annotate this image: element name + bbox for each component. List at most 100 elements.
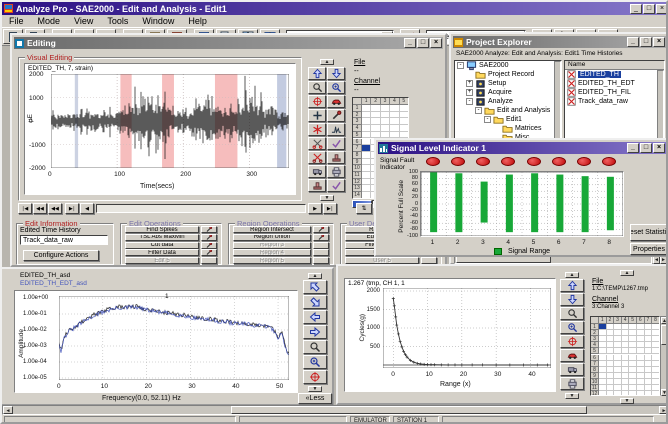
check-tool-button[interactable] <box>327 137 345 150</box>
grid-cell[interactable] <box>400 105 409 112</box>
grid-cell[interactable] <box>371 105 380 112</box>
edit-5-button[interactable]: Edit 5 <box>125 257 199 264</box>
palette-spin-down-icon[interactable]: ▼ <box>565 393 579 399</box>
editing-minimize-button[interactable]: _ <box>404 38 416 48</box>
vcr-back-button[interactable]: ◀ <box>80 203 94 214</box>
action-tool-icon[interactable] <box>201 249 217 256</box>
grid-cell[interactable] <box>362 105 371 112</box>
grid-cell[interactable] <box>400 112 409 119</box>
cycles-plot[interactable]: 1.267 (tmp, CH 1, 1 50010001500200001020… <box>344 278 556 392</box>
grid-col-header[interactable]: 2 <box>607 317 615 324</box>
vcr-rew-fast-button[interactable]: ◀◀ <box>33 203 47 214</box>
scissors-tool-button[interactable] <box>308 137 326 150</box>
grid-row-header[interactable]: 3 <box>353 118 362 125</box>
grid-cell[interactable] <box>362 112 371 119</box>
grid-cell[interactable] <box>362 165 371 172</box>
find-spikes-button[interactable]: Find Spikes <box>125 226 199 233</box>
grid-cell[interactable] <box>652 391 660 396</box>
grid-col-header[interactable]: 5 <box>629 317 637 324</box>
cycles-grid-vscrollbar[interactable]: ▲ ▼ <box>660 316 668 396</box>
scroll-left-icon[interactable]: ◄ <box>3 406 13 414</box>
grid-cell[interactable] <box>371 112 380 119</box>
action-tool-icon[interactable] <box>201 234 217 241</box>
arrow-nw-tool-button[interactable] <box>303 280 327 294</box>
vcr-rew-button[interactable]: ◀◀ <box>48 203 62 214</box>
grid-row-header[interactable]: 14 <box>353 192 362 199</box>
menu-tools[interactable]: Tools <box>100 15 135 28</box>
target-tool-button[interactable] <box>303 370 327 384</box>
vcr-zoom-fit-button[interactable]: ⇅ <box>356 203 372 214</box>
grid-cell[interactable] <box>362 118 371 125</box>
grid-col-header[interactable]: 1 <box>599 317 607 324</box>
arrow-up-tool-button[interactable] <box>308 67 326 80</box>
project-explorer-minimize-button[interactable]: _ <box>627 37 639 47</box>
grid-cell[interactable] <box>381 105 390 112</box>
tree-item-acquire[interactable]: +Acquire <box>455 88 561 97</box>
time-history-plot[interactable]: EDITED_TH, 7, strain) -2000-100001000200… <box>24 63 296 195</box>
grid-row-header[interactable]: 1 <box>353 105 362 112</box>
grid-col-header[interactable]: 7 <box>645 317 653 324</box>
grid-cell[interactable] <box>362 132 371 139</box>
action-tool-icon[interactable] <box>313 234 329 241</box>
grid-row-header[interactable]: 10 <box>353 165 362 172</box>
action-tool-icon[interactable] <box>313 257 329 264</box>
arrow-up-tool-button[interactable] <box>560 279 584 292</box>
action-tool-icon[interactable] <box>201 242 217 249</box>
app-minimize-button[interactable]: _ <box>630 4 642 14</box>
grid-cell[interactable] <box>622 391 630 396</box>
grid-row-header[interactable]: 2 <box>353 112 362 119</box>
list-item-edited_th[interactable]: EDITED_TH <box>565 70 664 79</box>
region-4-button[interactable]: Region 4 <box>233 249 311 256</box>
grid-cell[interactable] <box>637 391 645 396</box>
grid-cell[interactable] <box>400 118 409 125</box>
signal-title-bar[interactable]: Signal Level Indicator 1 _□× <box>378 142 666 154</box>
menu-file[interactable]: File <box>2 15 31 28</box>
grid-row-header[interactable]: 5 <box>353 132 362 139</box>
action-tool-icon[interactable] <box>201 257 217 264</box>
app-close-button[interactable]: × <box>656 4 668 14</box>
grid-cell[interactable] <box>390 118 399 125</box>
action-tool-icon[interactable] <box>313 242 329 249</box>
grid-cell[interactable] <box>381 112 390 119</box>
list-item-edited_th_fil[interactable]: EDITED_TH_FIL <box>565 88 664 97</box>
arrow-se-tool-button[interactable] <box>303 295 327 309</box>
grid-cell[interactable] <box>362 125 371 132</box>
grid-cell[interactable] <box>390 112 399 119</box>
list-header-name[interactable]: Name <box>565 61 664 70</box>
grid-cell[interactable] <box>381 125 390 132</box>
vcr-step-first-button[interactable]: ∣◀ <box>18 203 32 214</box>
grid-cell[interactable] <box>390 105 399 112</box>
signal-close-button[interactable]: × <box>653 143 665 153</box>
grid-cell[interactable] <box>362 185 371 192</box>
expand-icon[interactable]: + <box>466 80 473 87</box>
zoom-plus-tool-button[interactable] <box>327 81 345 94</box>
grid-row-header[interactable]: 12 <box>353 179 362 186</box>
palette-spin-down-icon[interactable]: ▼ <box>320 195 334 201</box>
plus-tool-button[interactable] <box>308 109 326 122</box>
grid-cell[interactable] <box>362 139 371 146</box>
stamp-tool-button[interactable] <box>327 151 345 164</box>
grid-row-header[interactable]: 12 <box>591 391 599 396</box>
tool-tool-button[interactable] <box>327 109 345 122</box>
check-tool-button[interactable] <box>327 179 345 192</box>
zoom-tool-button[interactable] <box>303 340 327 354</box>
grid-cell[interactable] <box>362 159 371 166</box>
collapse-icon[interactable]: - <box>457 62 464 69</box>
grid-cell[interactable] <box>599 391 607 396</box>
grid-cell[interactable] <box>629 391 637 396</box>
arrow-down-tool-button[interactable] <box>560 293 584 306</box>
grid-cell[interactable] <box>614 391 622 396</box>
zoom-tool-button[interactable] <box>308 81 326 94</box>
grid-row-header[interactable]: 4 <box>353 125 362 132</box>
grid-row-header[interactable]: 11 <box>353 172 362 179</box>
truck-tool-button[interactable] <box>560 363 584 376</box>
grid-cell[interactable] <box>362 145 371 152</box>
grid-col-header[interactable]: 3 <box>381 98 390 105</box>
menu-mode[interactable]: Mode <box>31 15 68 28</box>
scroll-right-icon[interactable]: ► <box>659 406 668 414</box>
palette-spin-up-icon[interactable]: ▲ <box>308 273 322 279</box>
cycles-channel-grid[interactable]: 12345678123456789101112 <box>590 316 660 396</box>
arrow-left-tool-button[interactable] <box>303 310 327 324</box>
list-item-edited_th_edt[interactable]: EDITED_TH_EDT <box>565 79 664 88</box>
region-3-button[interactable]: Region 3 <box>233 242 311 249</box>
